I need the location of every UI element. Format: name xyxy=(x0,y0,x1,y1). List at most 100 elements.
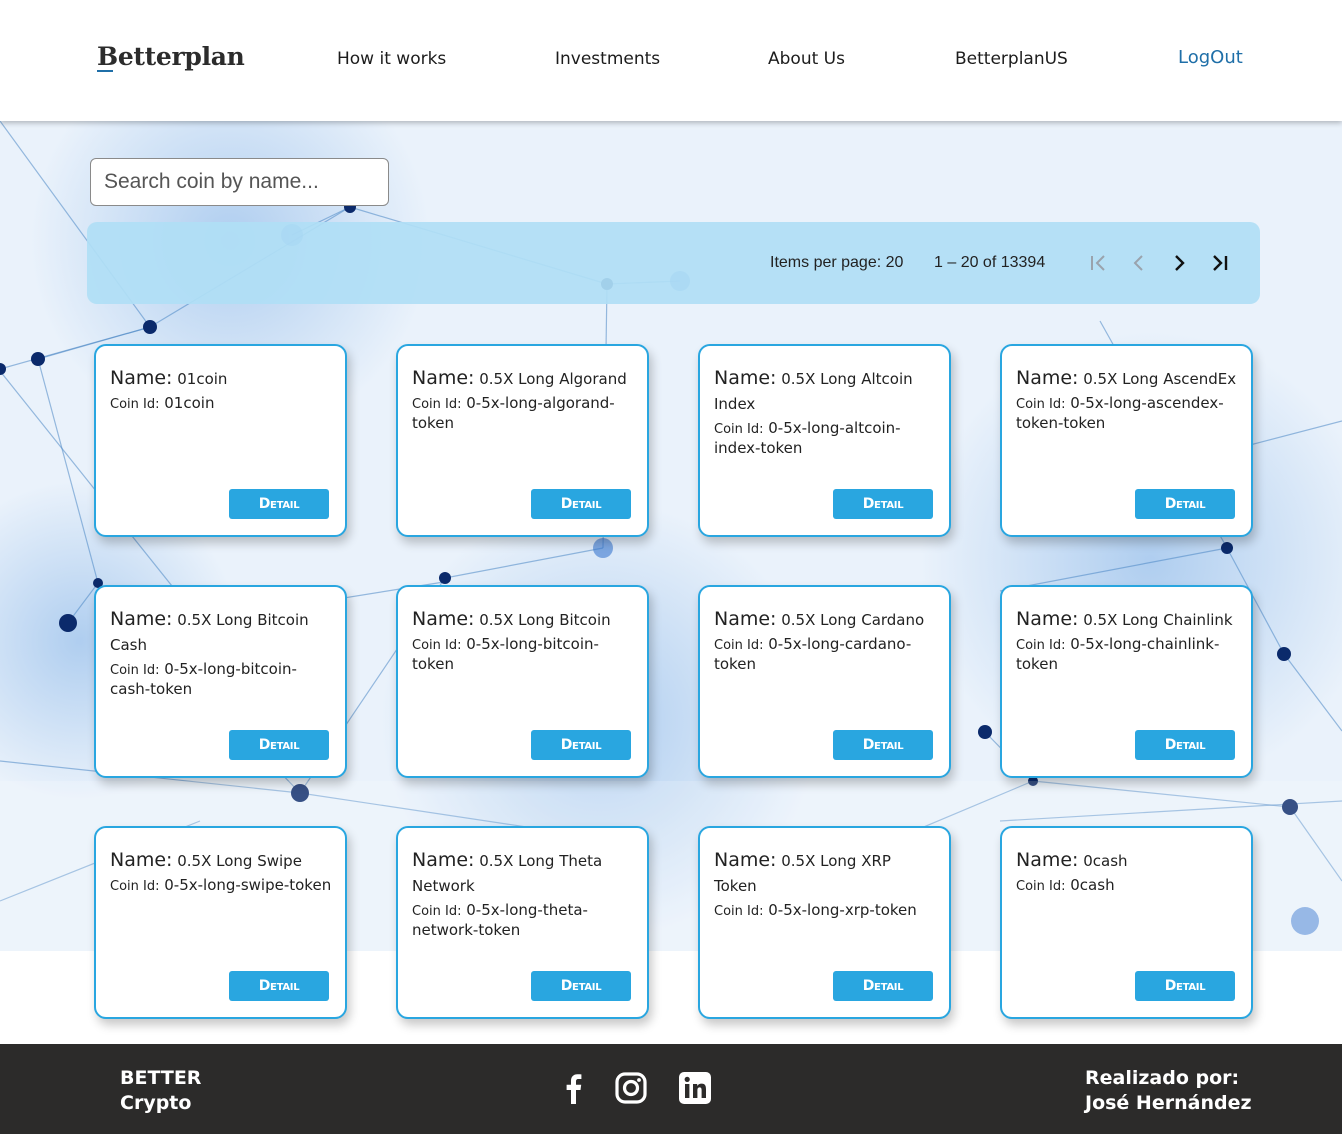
detail-button[interactable]: Detail xyxy=(531,730,631,760)
coin-name-value: 0.5X Long Bitcoin xyxy=(479,611,611,629)
coin-id-value: 0-5x-long-xrp-token xyxy=(768,901,917,919)
coin-card: Name: 01coin Coin Id: 01coin Detail xyxy=(94,344,347,537)
coin-name-label: Name: xyxy=(412,367,475,389)
coin-id: Coin Id: 0-5x-long-swipe-token xyxy=(110,876,333,896)
coin-card-body: Name: 0.5X Long XRP Token Coin Id: 0-5x-l… xyxy=(714,848,937,921)
coin-card: Name: 0.5X Long Cardano Coin Id: 0-5x-lon… xyxy=(698,585,951,778)
coin-name: Name: 0.5X Long Algorand xyxy=(412,366,635,392)
detail-button[interactable]: Detail xyxy=(833,971,933,1001)
detail-button[interactable]: Detail xyxy=(531,489,631,519)
coin-card-body: Name: 0.5X Long AscendEx Coin Id: 0-5x-lo… xyxy=(1016,366,1239,433)
coin-id: Coin Id: 0-5x-long-algorand-token xyxy=(412,394,635,433)
coin-id-label: Coin Id: xyxy=(412,638,462,653)
detail-button[interactable]: Detail xyxy=(1135,971,1235,1001)
coin-id: Coin Id: 0-5x-long-ascendex-token-token xyxy=(1016,394,1239,433)
coin-name: Name: 0.5X Long Bitcoin xyxy=(412,607,635,633)
coin-card: Name: 0.5X Long Theta Network Coin Id: 0-… xyxy=(396,826,649,1019)
facebook-link[interactable] xyxy=(556,1070,592,1106)
detail-button[interactable]: Detail xyxy=(833,489,933,519)
coin-card-body: Name: 0.5X Long Algorand Coin Id: 0-5x-lo… xyxy=(412,366,635,433)
coin-card: Name: 0.5X Long Altcoin Index Coin Id: 0-… xyxy=(698,344,951,537)
coin-name-label: Name: xyxy=(1016,849,1079,871)
detail-button[interactable]: Detail xyxy=(229,489,329,519)
detail-button[interactable]: Detail xyxy=(531,971,631,1001)
footer-brand: BETTER Crypto xyxy=(120,1066,201,1116)
coin-card: Name: 0.5X Long Algorand Coin Id: 0-5x-lo… xyxy=(396,344,649,537)
coin-id: Coin Id: 0-5x-long-xrp-token xyxy=(714,901,937,921)
linkedin-link[interactable] xyxy=(677,1070,713,1106)
search-input[interactable] xyxy=(90,158,389,206)
coin-name: Name: 0.5X Long AscendEx xyxy=(1016,366,1239,392)
footer-credit-line1: Realizado por: xyxy=(1085,1067,1240,1089)
coin-card-body: Name: 0.5X Long Altcoin Index Coin Id: 0-… xyxy=(714,366,937,458)
previous-page-icon xyxy=(1133,255,1143,271)
footer: BETTER Crypto Realizado por: José Hernán… xyxy=(0,1044,1342,1134)
coin-name-label: Name: xyxy=(110,608,173,630)
coin-id-label: Coin Id: xyxy=(1016,879,1066,894)
coin-card: Name: 0.5X Long Swipe Coin Id: 0-5x-long-… xyxy=(94,826,347,1019)
coin-name-value: 0.5X Long Cardano xyxy=(781,611,925,629)
detail-button[interactable]: Detail xyxy=(229,730,329,760)
coin-card: Name: 0.5X Long Bitcoin Coin Id: 0-5x-lon… xyxy=(396,585,649,778)
top-navbar: Betterplan How it works Investments Abou… xyxy=(0,0,1342,121)
coin-name-value: 0.5X Long Chainlink xyxy=(1083,611,1233,629)
coin-name: Name: 0.5X Long XRP Token xyxy=(714,848,937,899)
last-page-icon xyxy=(1213,255,1228,271)
paginator-bar: Items per page: 20 1 – 20 of 13394 xyxy=(87,222,1260,304)
coin-name: Name: 0.5X Long Chainlink xyxy=(1016,607,1239,633)
coin-name: Name: 0.5X Long Altcoin Index xyxy=(714,366,937,417)
coin-id: Coin Id: 01coin xyxy=(110,394,333,414)
facebook-icon xyxy=(566,1074,582,1104)
coin-id-label: Coin Id: xyxy=(714,904,764,919)
items-per-page-label[interactable]: Items per page: 20 xyxy=(770,254,903,272)
coin-id: Coin Id: 0-5x-long-chainlink-token xyxy=(1016,635,1239,674)
detail-button[interactable]: Detail xyxy=(1135,489,1235,519)
coin-name-label: Name: xyxy=(412,849,475,871)
nav-investments[interactable]: Investments xyxy=(555,49,660,69)
detail-button[interactable]: Detail xyxy=(833,730,933,760)
nav-about-us[interactable]: About Us xyxy=(768,49,845,69)
coin-id-label: Coin Id: xyxy=(412,904,462,919)
coin-id: Coin Id: 0-5x-long-bitcoin-token xyxy=(412,635,635,674)
next-page-icon xyxy=(1175,255,1185,271)
next-page-button[interactable] xyxy=(1165,249,1193,277)
footer-brand-line2: Crypto xyxy=(120,1092,192,1114)
instagram-icon xyxy=(615,1072,647,1104)
coin-id-label: Coin Id: xyxy=(110,397,160,412)
last-page-button[interactable] xyxy=(1205,249,1233,277)
coin-name-label: Name: xyxy=(714,849,777,871)
coin-card-body: Name: 0.5X Long Bitcoin Coin Id: 0-5x-lon… xyxy=(412,607,635,674)
coin-id-value: 0cash xyxy=(1070,876,1115,894)
coin-id-label: Coin Id: xyxy=(714,422,764,437)
coin-id: Coin Id: 0-5x-long-bitcoin-cash-token xyxy=(110,660,333,699)
coin-name-value: 0cash xyxy=(1083,852,1128,870)
coin-name: Name: 0.5X Long Bitcoin Cash xyxy=(110,607,333,658)
nav-betterplan-us[interactable]: BetterplanUS xyxy=(955,49,1068,69)
logout-link[interactable]: LogOut xyxy=(1178,47,1243,68)
coin-card-body: Name: 0.5X Long Swipe Coin Id: 0-5x-long-… xyxy=(110,848,333,896)
coin-card-body: Name: 0cash Coin Id: 0cash xyxy=(1016,848,1239,896)
coin-card-body: Name: 01coin Coin Id: 01coin xyxy=(110,366,333,414)
previous-page-button[interactable] xyxy=(1125,249,1153,277)
nav-how-it-works[interactable]: How it works xyxy=(337,49,446,69)
page-range-label: 1 – 20 of 13394 xyxy=(934,254,1046,271)
detail-button[interactable]: Detail xyxy=(1135,730,1235,760)
coin-id-value: 01coin xyxy=(164,394,215,412)
footer-brand-line1: BETTER xyxy=(120,1067,202,1089)
coin-id-label: Coin Id: xyxy=(1016,638,1066,653)
coin-card-body: Name: 0.5X Long Cardano Coin Id: 0-5x-lon… xyxy=(714,607,937,674)
detail-button[interactable]: Detail xyxy=(229,971,329,1001)
coin-name: Name: 0cash xyxy=(1016,848,1239,874)
coin-card-body: Name: 0.5X Long Chainlink Coin Id: 0-5x-l… xyxy=(1016,607,1239,674)
first-page-icon xyxy=(1091,255,1105,271)
coin-id: Coin Id: 0-5x-long-cardano-token xyxy=(714,635,937,674)
coin-id-label: Coin Id: xyxy=(110,879,160,894)
coin-name-label: Name: xyxy=(110,849,173,871)
first-page-button[interactable] xyxy=(1085,249,1113,277)
coin-id-value: 0-5x-long-swipe-token xyxy=(164,876,332,894)
coin-card: Name: 0.5X Long Bitcoin Cash Coin Id: 0-5… xyxy=(94,585,347,778)
instagram-link[interactable] xyxy=(613,1070,649,1106)
betterplan-logo[interactable]: Betterplan xyxy=(97,42,245,71)
coin-id-label: Coin Id: xyxy=(1016,397,1066,412)
coin-name: Name: 0.5X Long Cardano xyxy=(714,607,937,633)
